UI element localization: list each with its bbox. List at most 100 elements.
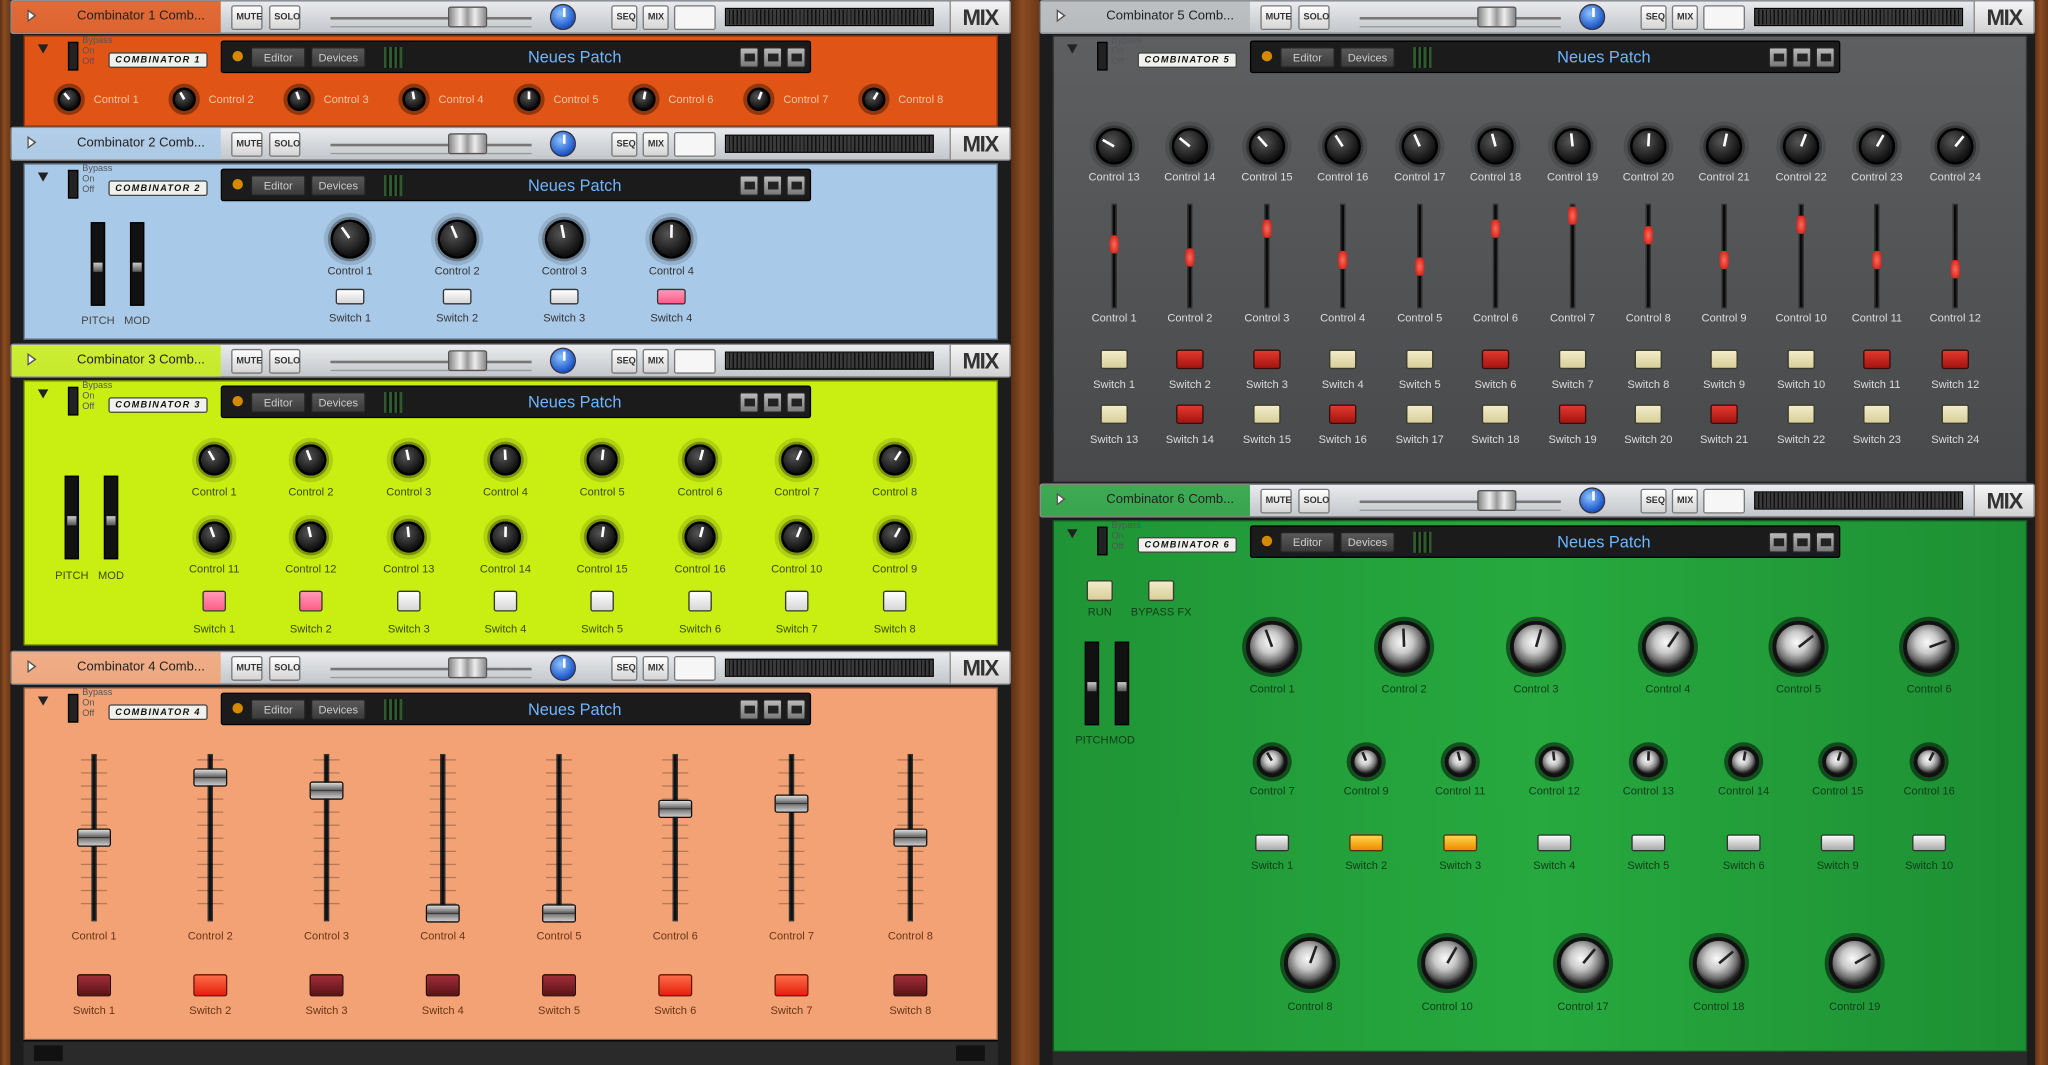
control-knob[interactable] [172,87,196,112]
switch-button[interactable] [688,590,712,612]
switch-button[interactable] [442,288,472,305]
pan-knob[interactable] [549,347,576,374]
device-name-field[interactable]: Combinator 2 Comb... [48,132,218,157]
mute-button[interactable]: MUTE [1260,5,1292,31]
switch-button[interactable] [1912,834,1947,852]
switch-button[interactable] [1558,404,1587,425]
switch-button[interactable] [1787,349,1815,370]
control-knob[interactable] [1283,936,1337,990]
patch-name[interactable]: Neues Patch [418,389,731,415]
fader-handle[interactable] [542,903,576,923]
device-name-field[interactable]: Combinator 4 Comb... [48,656,218,681]
control-knob[interactable] [544,219,584,259]
expand-triangle-icon[interactable] [27,135,37,149]
switch-button[interactable] [1481,404,1510,425]
level-fader-handle[interactable] [447,133,488,155]
mute-button[interactable]: MUTE [231,348,263,374]
control-knob[interactable] [1692,936,1745,990]
control-knob[interactable] [1171,128,1209,165]
patch-stepper-button[interactable] [739,47,759,68]
fader-handle[interactable] [309,781,344,800]
bypass-fx-button[interactable] [1148,580,1175,602]
device-name-field[interactable]: Combinator 5 Comb... [1078,5,1248,30]
control-knob[interactable] [1538,746,1570,778]
fold-triangle-icon[interactable] [37,696,49,707]
mix-send-button[interactable]: MIX [1671,5,1698,31]
control-knob[interactable] [862,87,886,112]
control-knob[interactable] [1377,620,1431,673]
expand-triangle-icon[interactable] [27,352,37,366]
switch-button[interactable] [1100,349,1128,370]
run-button[interactable] [1086,580,1113,602]
switch-button[interactable] [590,590,614,612]
fader-handle[interactable] [1872,251,1882,270]
fader-handle[interactable] [77,828,112,847]
mute-button[interactable]: MUTE [231,655,263,681]
control-knob[interactable] [1401,128,1439,165]
switch-button[interactable] [1941,404,1969,425]
mix-send-button[interactable]: MIX [642,348,669,374]
fold-triangle-icon[interactable] [1067,529,1078,540]
control-knob[interactable] [632,87,656,112]
switch-button[interactable] [658,974,693,997]
control-knob[interactable] [393,521,425,553]
switch-button[interactable] [1253,404,1281,425]
control-knob[interactable] [1782,128,1820,165]
seq-button[interactable]: SEQ [611,348,638,374]
control-knob[interactable] [781,444,813,476]
editor-button[interactable]: Editor [1279,47,1335,68]
control-knob[interactable] [393,444,425,476]
switch-button[interactable] [1726,834,1761,852]
control-knob[interactable] [489,444,522,476]
control-knob[interactable] [1913,746,1945,778]
control-knob[interactable] [1903,620,1956,673]
control-knob[interactable] [402,87,426,112]
control-knob[interactable] [489,521,522,553]
fader-handle[interactable] [893,828,928,847]
control-knob[interactable] [517,87,541,112]
fader-handle[interactable] [193,768,228,788]
solo-button[interactable]: SOLO [269,131,301,157]
level-fader[interactable] [330,350,532,372]
patch-save-button[interactable] [786,175,806,197]
control-knob[interactable] [684,521,716,553]
seq-button[interactable]: SEQ [611,655,638,681]
control-knob[interactable] [1727,746,1760,778]
fader-handle[interactable] [1338,251,1348,270]
control-knob[interactable] [1246,620,1299,673]
control-knob[interactable] [1705,128,1743,165]
switch-button[interactable] [1406,404,1434,425]
seq-button[interactable]: SEQ [611,5,638,31]
bypass-switch[interactable] [67,41,79,71]
pan-knob[interactable] [549,130,576,157]
switch-button[interactable] [1328,404,1357,425]
switch-button[interactable] [193,974,228,997]
switch-button[interactable] [1349,834,1384,852]
control-knob[interactable] [747,87,771,112]
patch-stepper-button[interactable] [1768,531,1789,553]
patch-name[interactable]: Neues Patch [1447,529,1760,555]
control-knob[interactable] [295,444,327,476]
control-knob[interactable] [1641,620,1695,673]
switch-button[interactable] [309,974,344,997]
control-knob[interactable] [1095,128,1133,165]
level-fader-handle[interactable] [1477,6,1517,28]
devices-button[interactable]: Devices [1340,531,1395,553]
switch-button[interactable] [1863,404,1891,425]
switch-button[interactable] [1941,349,1969,370]
control-knob[interactable] [198,521,230,553]
control-knob[interactable] [437,219,477,259]
pan-knob[interactable] [549,654,576,681]
bypass-switch[interactable] [67,169,79,199]
control-knob[interactable] [684,444,716,476]
mod-wheel[interactable] [103,475,119,560]
patch-name[interactable]: Neues Patch [418,172,731,198]
solo-button[interactable]: SOLO [269,5,301,31]
switch-button[interactable] [77,974,112,997]
fader-handle[interactable] [1185,248,1195,268]
switch-button[interactable] [656,288,686,305]
editor-button[interactable]: Editor [250,699,306,721]
pitch-wheel[interactable] [90,222,106,306]
patch-stepper-button[interactable] [739,392,759,413]
waveform-icon[interactable] [673,348,716,374]
